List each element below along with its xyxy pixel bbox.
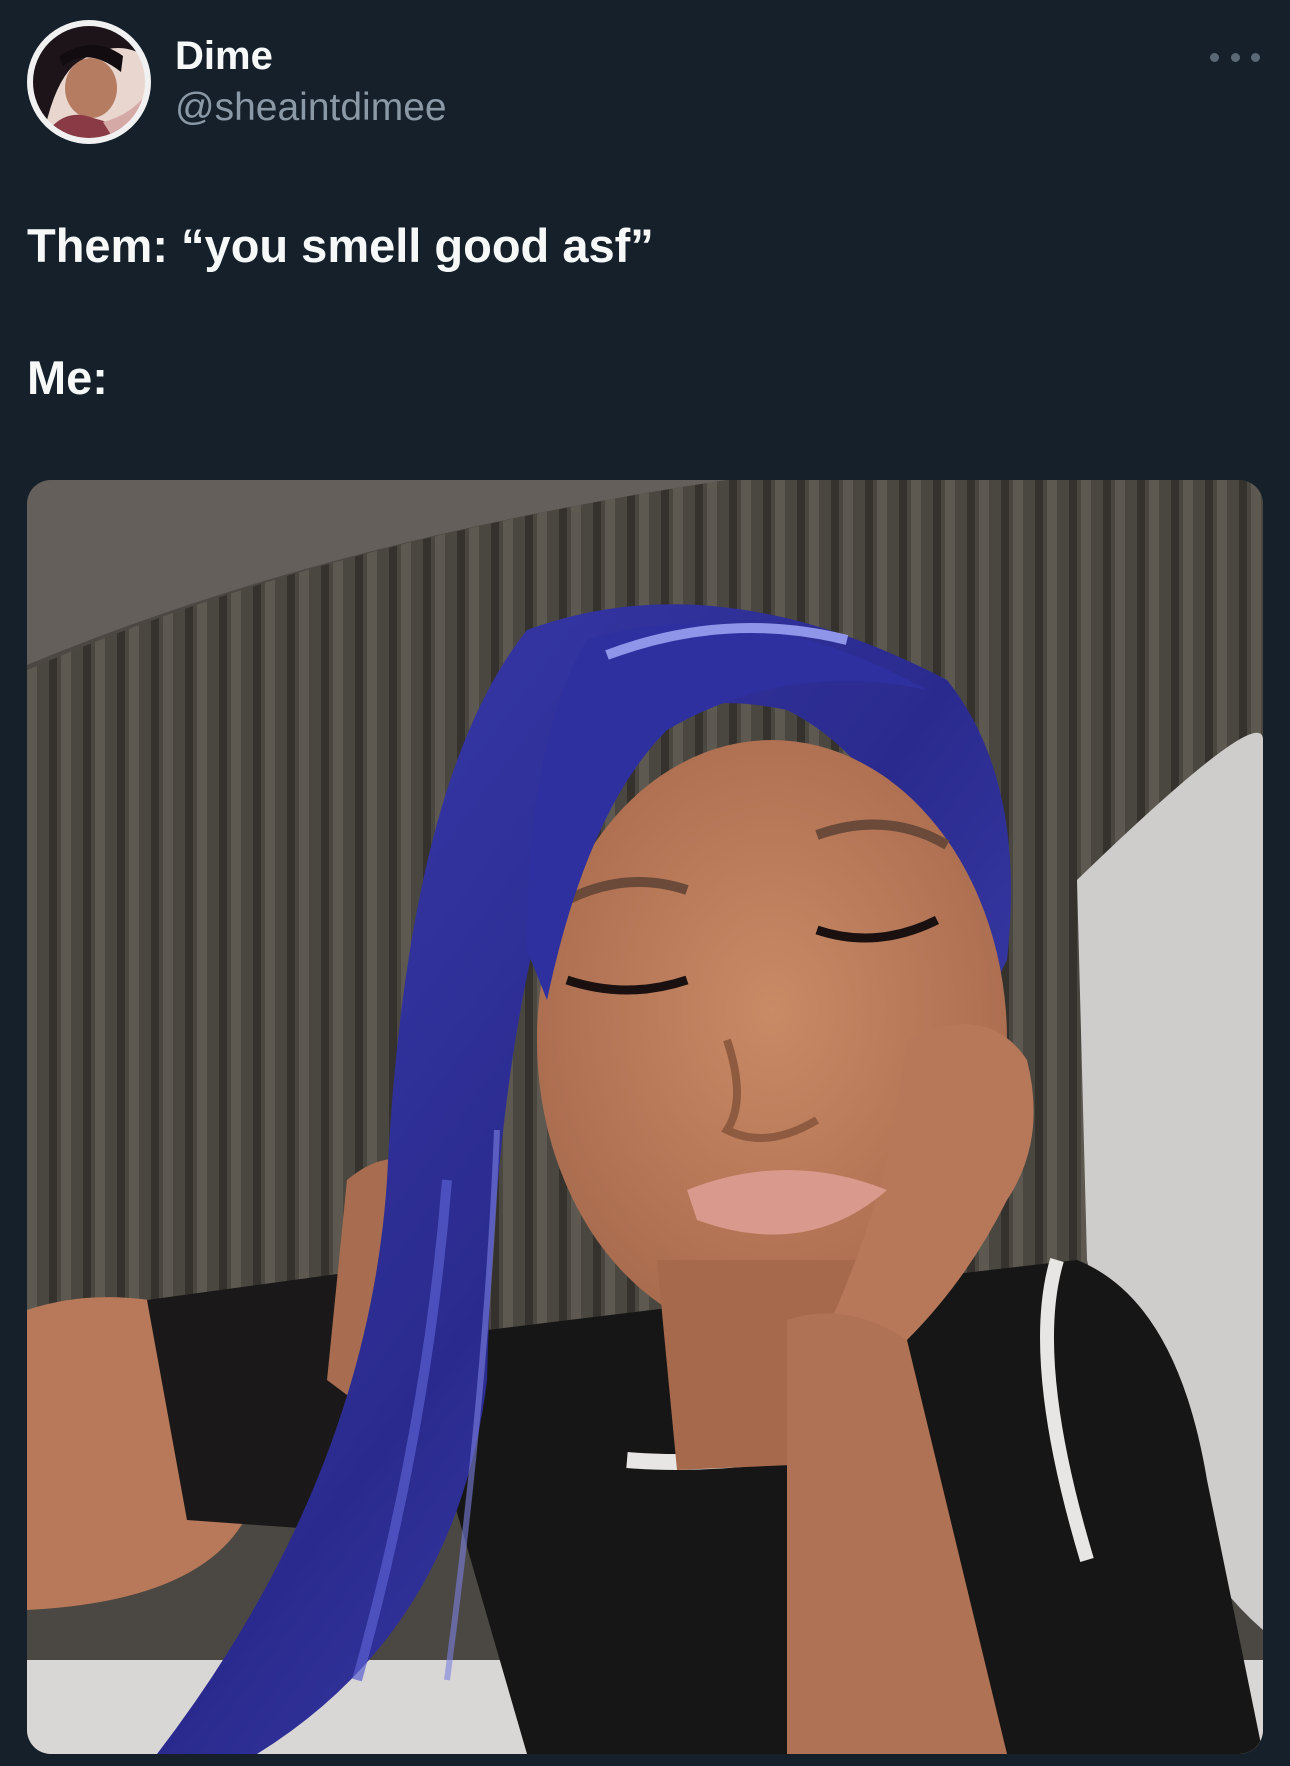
more-horizontal-icon-dot (1230, 52, 1240, 62)
display-name[interactable]: Dime (175, 32, 273, 80)
more-options-button[interactable] (1210, 42, 1260, 72)
tweet-card: Dime @sheaintdimee Them: “you smell good… (0, 0, 1290, 1766)
avatar-photo (33, 26, 145, 138)
avatar[interactable] (27, 20, 151, 144)
tweet-text-line: Them: “you smell good asf” (27, 219, 654, 272)
more-horizontal-icon-dot (1251, 52, 1260, 62)
user-handle[interactable]: @sheaintdimee (175, 84, 447, 132)
tweet-text-line: Me: (27, 351, 108, 404)
more-horizontal-icon (1210, 52, 1219, 62)
photo-illustration (27, 480, 1263, 1754)
tweet-media-photo[interactable] (27, 480, 1263, 1754)
